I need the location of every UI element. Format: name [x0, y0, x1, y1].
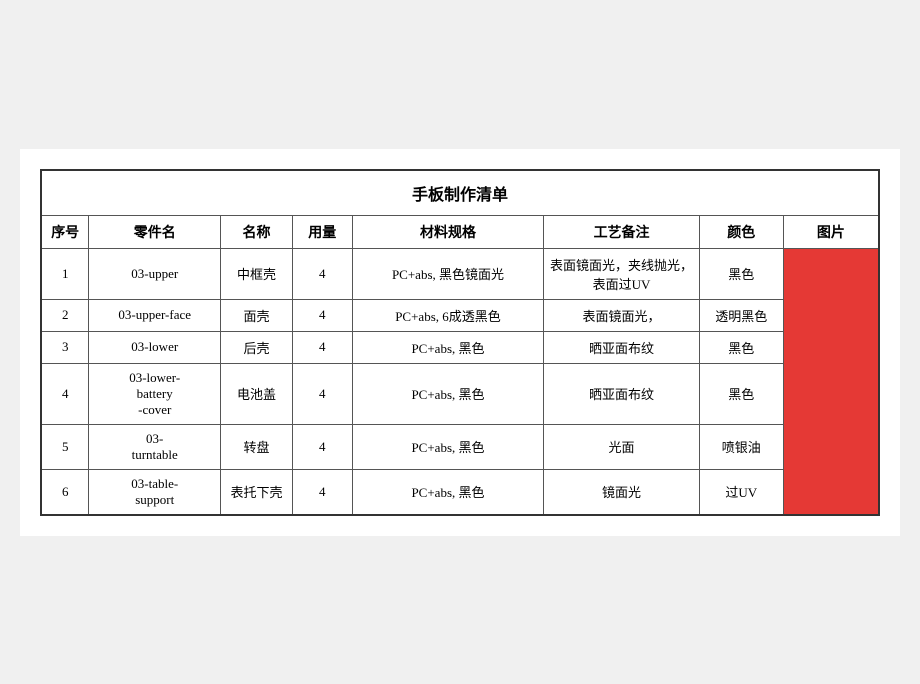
cell-part: 03-lower-battery-cover: [89, 363, 221, 424]
cell-part: 03-lower: [89, 331, 221, 363]
cell-color: 透明黑色: [699, 299, 783, 331]
cell-material: PC+abs, 黑色: [352, 363, 544, 424]
cell-name: 中框壳: [221, 248, 293, 299]
cell-material: PC+abs, 黑色: [352, 331, 544, 363]
cell-process: 晒亚面布纹: [544, 363, 700, 424]
title-row: 手板制作清单: [41, 170, 879, 216]
cell-seq: 6: [41, 469, 89, 515]
cell-name: 转盘: [221, 424, 293, 469]
cell-process: 晒亚面布纹: [544, 331, 700, 363]
table-row: 403-lower-battery-cover电池盖4PC+abs, 黑色晒亚面…: [41, 363, 879, 424]
cell-part: 03-upper: [89, 248, 221, 299]
cell-process: 光面: [544, 424, 700, 469]
cell-process: 表面镜面光，: [544, 299, 700, 331]
main-container: 手板制作清单 序号 零件名 名称 用量 材料规格 工艺备注 颜色 图片 103-…: [20, 149, 900, 536]
cell-material: PC+abs, 6成透黑色: [352, 299, 544, 331]
cell-qty: 4: [292, 363, 352, 424]
cell-process: 镜面光: [544, 469, 700, 515]
cell-color: 过UV: [699, 469, 783, 515]
cell-seq: 1: [41, 248, 89, 299]
cell-qty: 4: [292, 424, 352, 469]
cell-seq: 3: [41, 331, 89, 363]
cell-material: PC+abs, 黑色: [352, 424, 544, 469]
header-color: 颜色: [699, 215, 783, 248]
parts-table: 手板制作清单 序号 零件名 名称 用量 材料规格 工艺备注 颜色 图片 103-…: [40, 169, 880, 516]
header-name: 名称: [221, 215, 293, 248]
table-row: 603-table-support表托下壳4PC+abs, 黑色镜面光过UV: [41, 469, 879, 515]
header-qty: 用量: [292, 215, 352, 248]
cell-qty: 4: [292, 331, 352, 363]
cell-material: PC+abs, 黑色镜面光: [352, 248, 544, 299]
header-material: 材料规格: [352, 215, 544, 248]
header-seq: 序号: [41, 215, 89, 248]
cell-qty: 4: [292, 469, 352, 515]
cell-color: 喷银油: [699, 424, 783, 469]
cell-img: [783, 248, 879, 515]
cell-name: 面壳: [221, 299, 293, 331]
table-row: 203-upper-face面壳4PC+abs, 6成透黑色表面镜面光，透明黑色: [41, 299, 879, 331]
cell-color: 黑色: [699, 248, 783, 299]
table-row: 303-lower后壳4PC+abs, 黑色晒亚面布纹黑色: [41, 331, 879, 363]
cell-material: PC+abs, 黑色: [352, 469, 544, 515]
cell-seq: 4: [41, 363, 89, 424]
cell-qty: 4: [292, 299, 352, 331]
header-part: 零件名: [89, 215, 221, 248]
cell-part: 03-turntable: [89, 424, 221, 469]
table-title: 手板制作清单: [41, 170, 879, 216]
cell-part: 03-table-support: [89, 469, 221, 515]
cell-name: 表托下壳: [221, 469, 293, 515]
header-img: 图片: [783, 215, 879, 248]
cell-process: 表面镜面光，夹线抛光，表面过UV: [544, 248, 700, 299]
header-row: 序号 零件名 名称 用量 材料规格 工艺备注 颜色 图片: [41, 215, 879, 248]
header-process: 工艺备注: [544, 215, 700, 248]
cell-color: 黑色: [699, 331, 783, 363]
cell-qty: 4: [292, 248, 352, 299]
cell-part: 03-upper-face: [89, 299, 221, 331]
cell-seq: 5: [41, 424, 89, 469]
table-row: 503-turntable转盘4PC+abs, 黑色光面喷银油: [41, 424, 879, 469]
cell-seq: 2: [41, 299, 89, 331]
cell-name: 后壳: [221, 331, 293, 363]
cell-color: 黑色: [699, 363, 783, 424]
table-row: 103-upper中框壳4PC+abs, 黑色镜面光表面镜面光，夹线抛光，表面过…: [41, 248, 879, 299]
cell-name: 电池盖: [221, 363, 293, 424]
